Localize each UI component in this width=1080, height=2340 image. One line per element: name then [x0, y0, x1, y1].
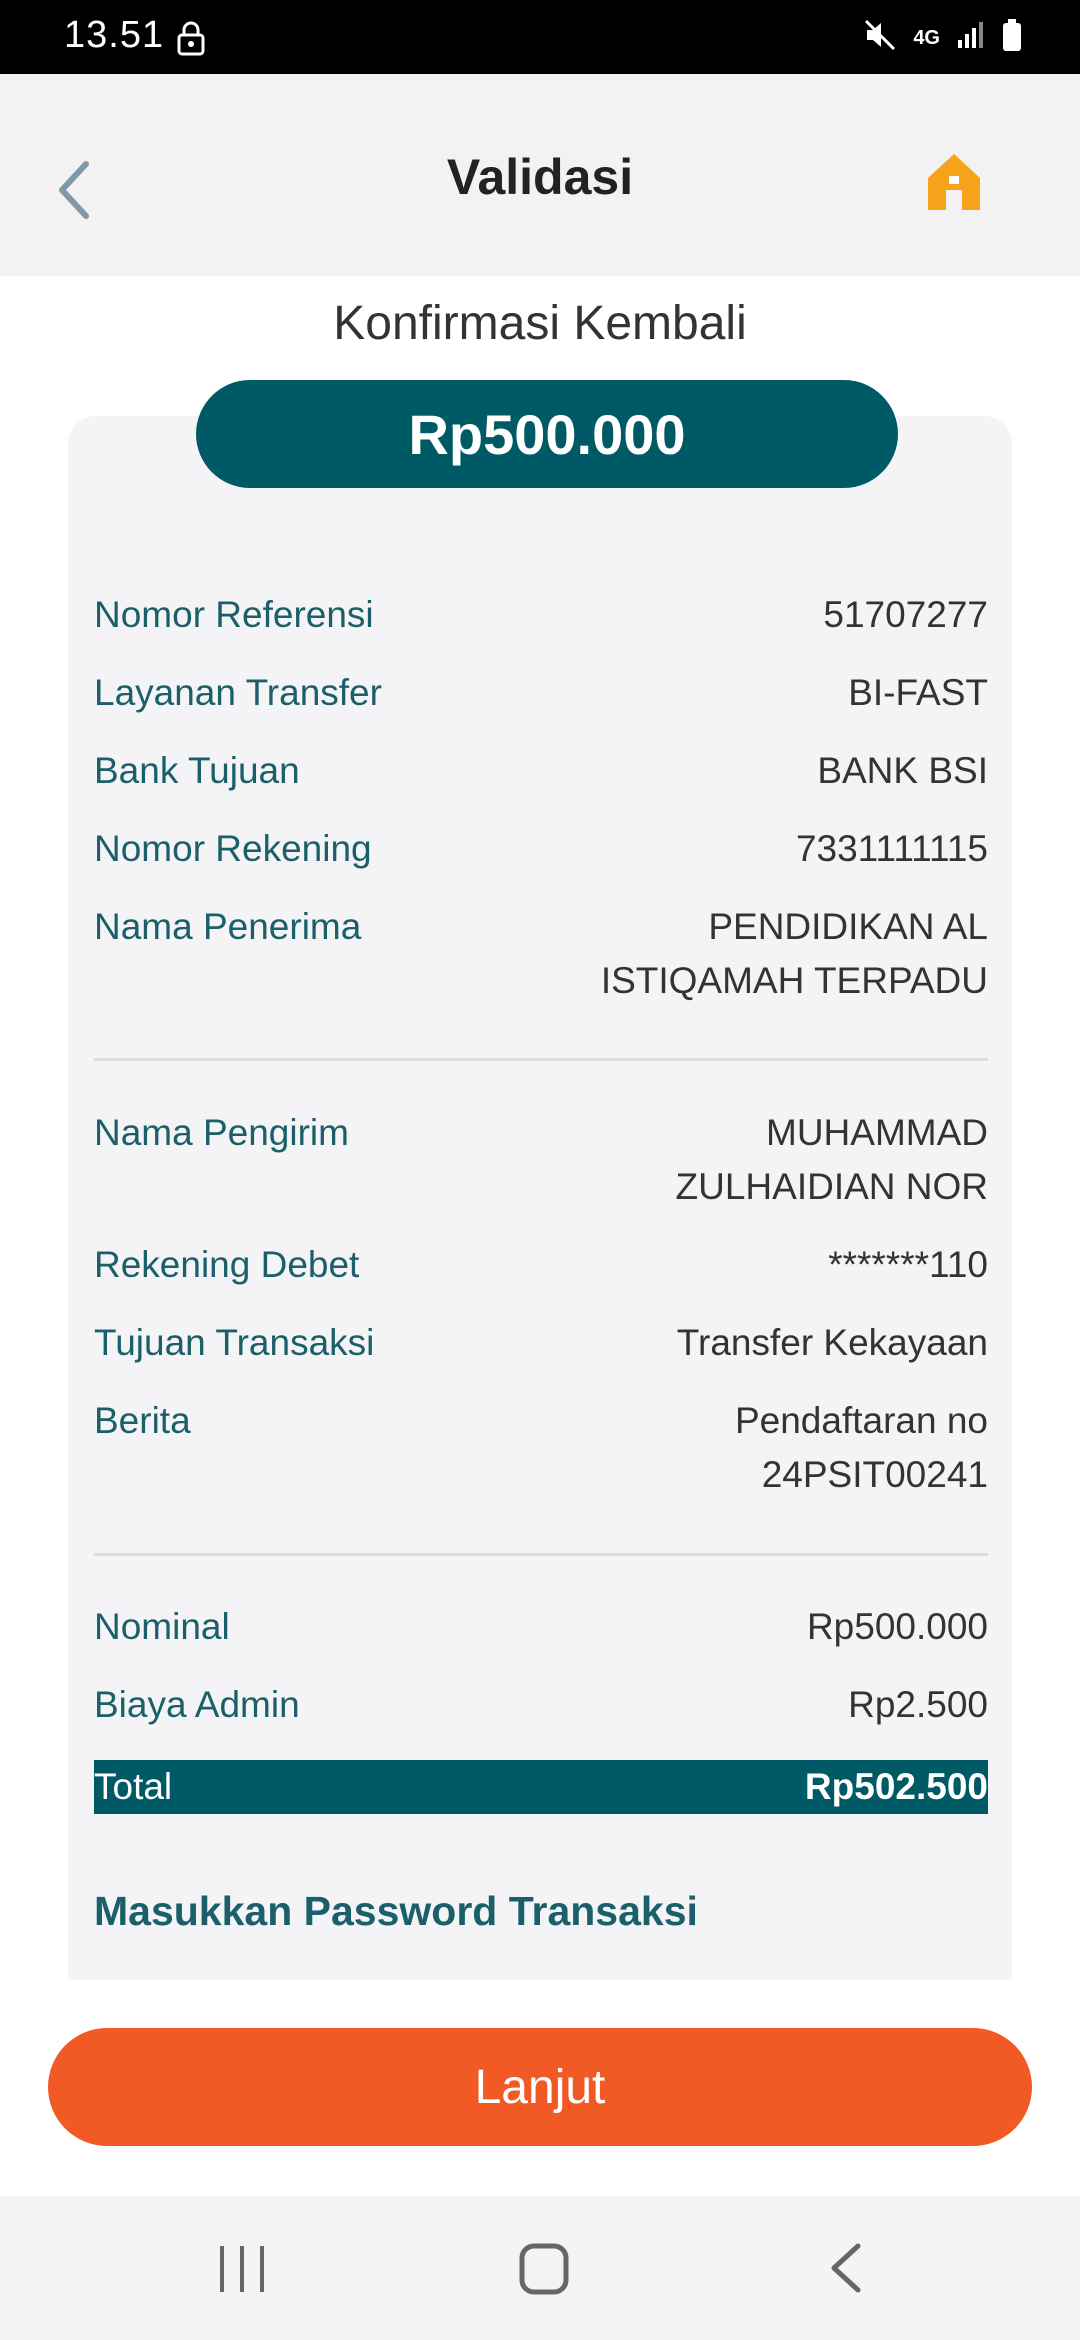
nomor-referensi-value: 51707277 — [823, 594, 988, 635]
rekening-debet-label: Rekening Debet — [94, 1244, 360, 1285]
nominal-label: Nominal — [94, 1606, 230, 1647]
signal-icon — [956, 20, 986, 55]
recent-apps-icon[interactable] — [216, 2240, 268, 2301]
page-title: Validasi — [446, 149, 634, 205]
nominal-value: Rp500.000 — [806, 1606, 988, 1647]
nama-penerima-line1: PENDIDIKAN AL — [708, 906, 988, 947]
home-nav-icon[interactable] — [518, 2240, 570, 2301]
bank-tujuan-value: BANK BSI — [817, 750, 988, 791]
bank-tujuan-label: Bank Tujuan — [94, 750, 300, 791]
nomor-rekening-label: Nomor Rekening — [94, 828, 372, 869]
system-nav-bar — [0, 2196, 1080, 2340]
berita-line2: 24PSIT00241 — [761, 1454, 988, 1495]
nama-pengirim-line2: ZULHAIDIAN NOR — [675, 1166, 988, 1207]
nama-pengirim-line1: MUHAMMAD — [766, 1112, 988, 1153]
berita-line1: Pendaftaran no — [734, 1400, 988, 1441]
biaya-admin-value: Rp2.500 — [848, 1684, 988, 1725]
nama-pengirim-value: MUHAMMAD ZULHAIDIAN NOR — [468, 1106, 988, 1214]
home-icon — [928, 154, 980, 210]
tujuan-transaksi-value: Transfer Kekayaan — [676, 1322, 988, 1363]
status-bar: 13.51 4G — [0, 0, 1080, 74]
nama-pengirim-label: Nama Pengirim — [94, 1112, 349, 1153]
amount-pill: Rp500.000 — [196, 380, 898, 488]
status-time: 13.51 — [64, 14, 165, 56]
divider — [94, 1553, 988, 1556]
berita-label: Berita — [94, 1400, 191, 1441]
total-row: Total Rp502.500 — [94, 1760, 988, 1814]
nama-penerima-value: PENDIDIKAN AL ISTIQAMAH TERPADU — [468, 900, 988, 1008]
mute-icon — [863, 18, 897, 57]
password-label[interactable]: Masukkan Password Transaksi — [94, 1888, 698, 1935]
layanan-transfer-value: BI-FAST — [848, 672, 988, 713]
rekening-debet-value: *******110 — [828, 1244, 988, 1285]
berita-value: Pendaftaran no 24PSIT00241 — [468, 1394, 988, 1502]
nama-penerima-line2: ISTIQAMAH TERPADU — [600, 960, 988, 1001]
nomor-rekening-value: 7331111115 — [795, 828, 988, 869]
status-icons: 4G — [863, 18, 1022, 57]
lock-icon — [176, 20, 206, 61]
divider — [94, 1058, 988, 1061]
nomor-referensi-label: Nomor Referensi — [94, 594, 374, 635]
nama-penerima-label: Nama Penerima — [94, 906, 362, 947]
network-type: 4G — [913, 26, 940, 49]
home-button[interactable] — [924, 150, 984, 214]
biaya-admin-label: Biaya Admin — [94, 1684, 300, 1725]
battery-icon — [1002, 18, 1022, 57]
next-button[interactable]: Lanjut — [48, 2028, 1032, 2146]
layanan-transfer-label: Layanan Transfer — [94, 672, 382, 713]
total-label: Total — [94, 1766, 173, 1807]
app-header: Validasi — [0, 74, 1080, 276]
tujuan-transaksi-label: Tujuan Transaksi — [94, 1322, 375, 1363]
back-nav-icon[interactable] — [820, 2240, 872, 2301]
confirm-title: Konfirmasi Kembali — [333, 297, 747, 350]
total-value: Rp502.500 — [804, 1766, 988, 1807]
